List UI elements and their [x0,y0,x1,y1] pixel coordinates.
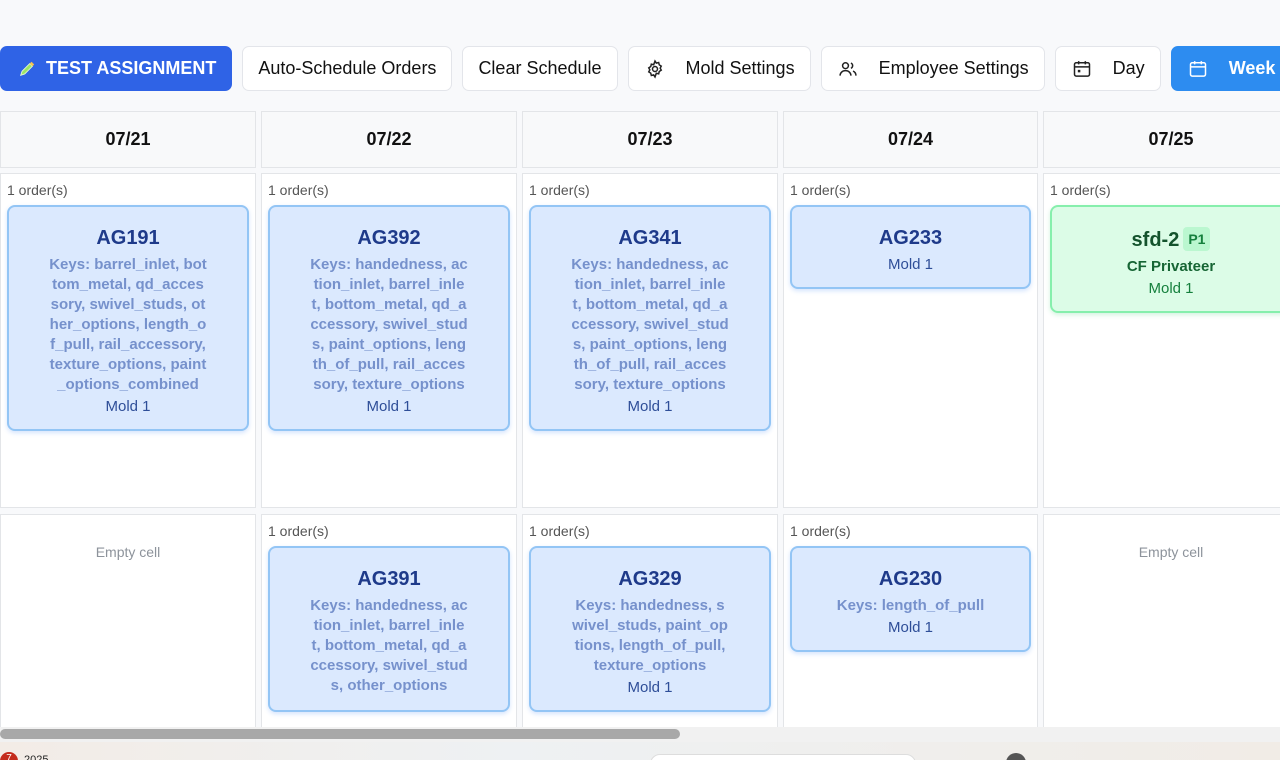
mold-label: Mold 1 [105,398,151,415]
toolbar: TEST ASSIGNMENT Auto-Schedule Orders Cle… [0,46,1280,91]
order-card[interactable]: sfd-2 P1 CF Privateer Mold 1 [1050,205,1280,313]
order-card[interactable]: AG191 Keys: barrel_inlet, bottom_metal, … [7,205,249,431]
day-header: 07/22 [261,111,517,168]
clear-schedule-label: Clear Schedule [478,58,602,78]
order-count: 1 order(s) [790,182,851,198]
order-keys: Keys: handedness, action_inlet, barrel_i… [310,256,468,393]
gear-icon [644,58,666,80]
mold-label: Mold 1 [627,679,673,696]
order-card[interactable]: AG233 Mold 1 [790,205,1031,289]
scheduler-page: TEST ASSIGNMENT Auto-Schedule Orders Cle… [0,0,1280,760]
schedule-cell[interactable]: 1 order(s) AG233 Mold 1 [783,173,1038,508]
schedule-cell[interactable]: 1 order(s) AG391 Keys: handedness, actio… [261,514,517,734]
order-code: sfd-2 [1131,229,1180,251]
customer-name: CF Privateer [1126,258,1216,275]
order-count: 1 order(s) [1050,182,1111,198]
employee-settings-label: Employee Settings [878,58,1029,78]
mold-label: Mold 1 [366,398,412,415]
order-keys: Keys: length_of_pull [836,597,985,614]
order-keys: Keys: handedness, action_inlet, barrel_i… [310,597,468,694]
order-card[interactable]: AG230 Keys: length_of_pull Mold 1 [790,546,1031,652]
taskbar-app-icon[interactable] [1006,753,1026,760]
week-view-button[interactable]: Week [1170,46,1280,91]
order-count: 1 order(s) [529,523,590,539]
mold-label: Mold 1 [887,256,934,273]
taskbar-text: 2025 [24,754,49,760]
taskbar-search[interactable] [650,754,916,760]
test-assignment-button[interactable]: TEST ASSIGNMENT [0,46,233,91]
calendar-icon [1071,58,1093,80]
order-keys: Keys: handedness, swivel_studs, paint_op… [572,597,728,674]
employee-settings-button[interactable]: Employee Settings [820,46,1045,91]
taskbar: 7 2025 [0,742,1280,760]
auto-schedule-label: Auto-Schedule Orders [258,58,437,78]
empty-cell-label: Empty cell [95,544,161,560]
order-code: AG230 [878,568,943,590]
empty-cell-label: Empty cell [1138,544,1204,560]
order-count: 1 order(s) [268,523,329,539]
schedule-cell[interactable]: Empty cell [1043,514,1280,734]
order-code: AG391 [357,568,421,590]
day-header: 07/25 [1043,111,1280,168]
calendar-icon [1187,58,1209,80]
order-card[interactable]: AG329 Keys: handedness, swivel_studs, pa… [529,546,771,712]
pencil-icon [16,58,38,80]
schedule-cell[interactable]: 1 order(s) sfd-2 P1 CF Privateer Mold 1 [1043,173,1280,508]
order-code: AG329 [618,568,682,590]
notification-badge[interactable]: 7 [0,752,18,760]
horizontal-scrollbar[interactable] [0,727,1280,742]
order-count: 1 order(s) [790,523,851,539]
order-card[interactable]: AG341 Keys: handedness, action_inlet, ba… [529,205,771,431]
auto-schedule-button[interactable]: Auto-Schedule Orders [242,46,453,91]
order-count: 1 order(s) [529,182,590,198]
schedule-cell[interactable]: Empty cell [0,514,256,734]
test-assignment-label: TEST ASSIGNMENT [46,58,217,78]
day-header: 07/23 [522,111,778,168]
mold-label: Mold 1 [627,398,673,415]
order-count: 1 order(s) [7,182,68,198]
order-code-line: sfd-2 P1 [1052,227,1280,251]
order-code: AG341 [618,227,682,249]
mold-label: Mold 1 [887,619,934,636]
order-count: 1 order(s) [268,182,329,198]
mold-settings-button[interactable]: Mold Settings [627,46,811,91]
order-keys: Keys: barrel_inlet, bottom_metal, qd_acc… [49,256,207,393]
mold-settings-label: Mold Settings [685,58,795,78]
schedule-cell[interactable]: 1 order(s) AG191 Keys: barrel_inlet, bot… [0,173,256,508]
order-card[interactable]: AG391 Keys: handedness, action_inlet, ba… [268,546,510,712]
users-icon [837,58,859,80]
schedule-cell[interactable]: 1 order(s) AG341 Keys: handedness, actio… [522,173,778,508]
order-code: AG191 [96,227,160,249]
order-code: AG392 [357,227,421,249]
day-header: 07/21 [0,111,256,168]
order-keys: Keys: handedness, action_inlet, barrel_i… [571,256,729,393]
day-view-label: Day [1112,58,1145,78]
schedule-cell[interactable]: 1 order(s) AG329 Keys: handedness, swive… [522,514,778,734]
scrollbar-thumb[interactable] [0,729,680,739]
week-view-label: Week [1228,58,1276,78]
schedule-cell[interactable]: 1 order(s) AG230 Keys: length_of_pull Mo… [783,514,1038,734]
priority-badge: P1 [1183,227,1211,251]
mold-label: Mold 1 [1148,280,1194,297]
schedule-cell[interactable]: 1 order(s) AG392 Keys: handedness, actio… [261,173,517,508]
day-header: 07/24 [783,111,1038,168]
order-card[interactable]: AG392 Keys: handedness, action_inlet, ba… [268,205,510,431]
day-view-button[interactable]: Day [1054,46,1161,91]
order-code: AG233 [878,227,943,249]
clear-schedule-button[interactable]: Clear Schedule [462,46,618,91]
